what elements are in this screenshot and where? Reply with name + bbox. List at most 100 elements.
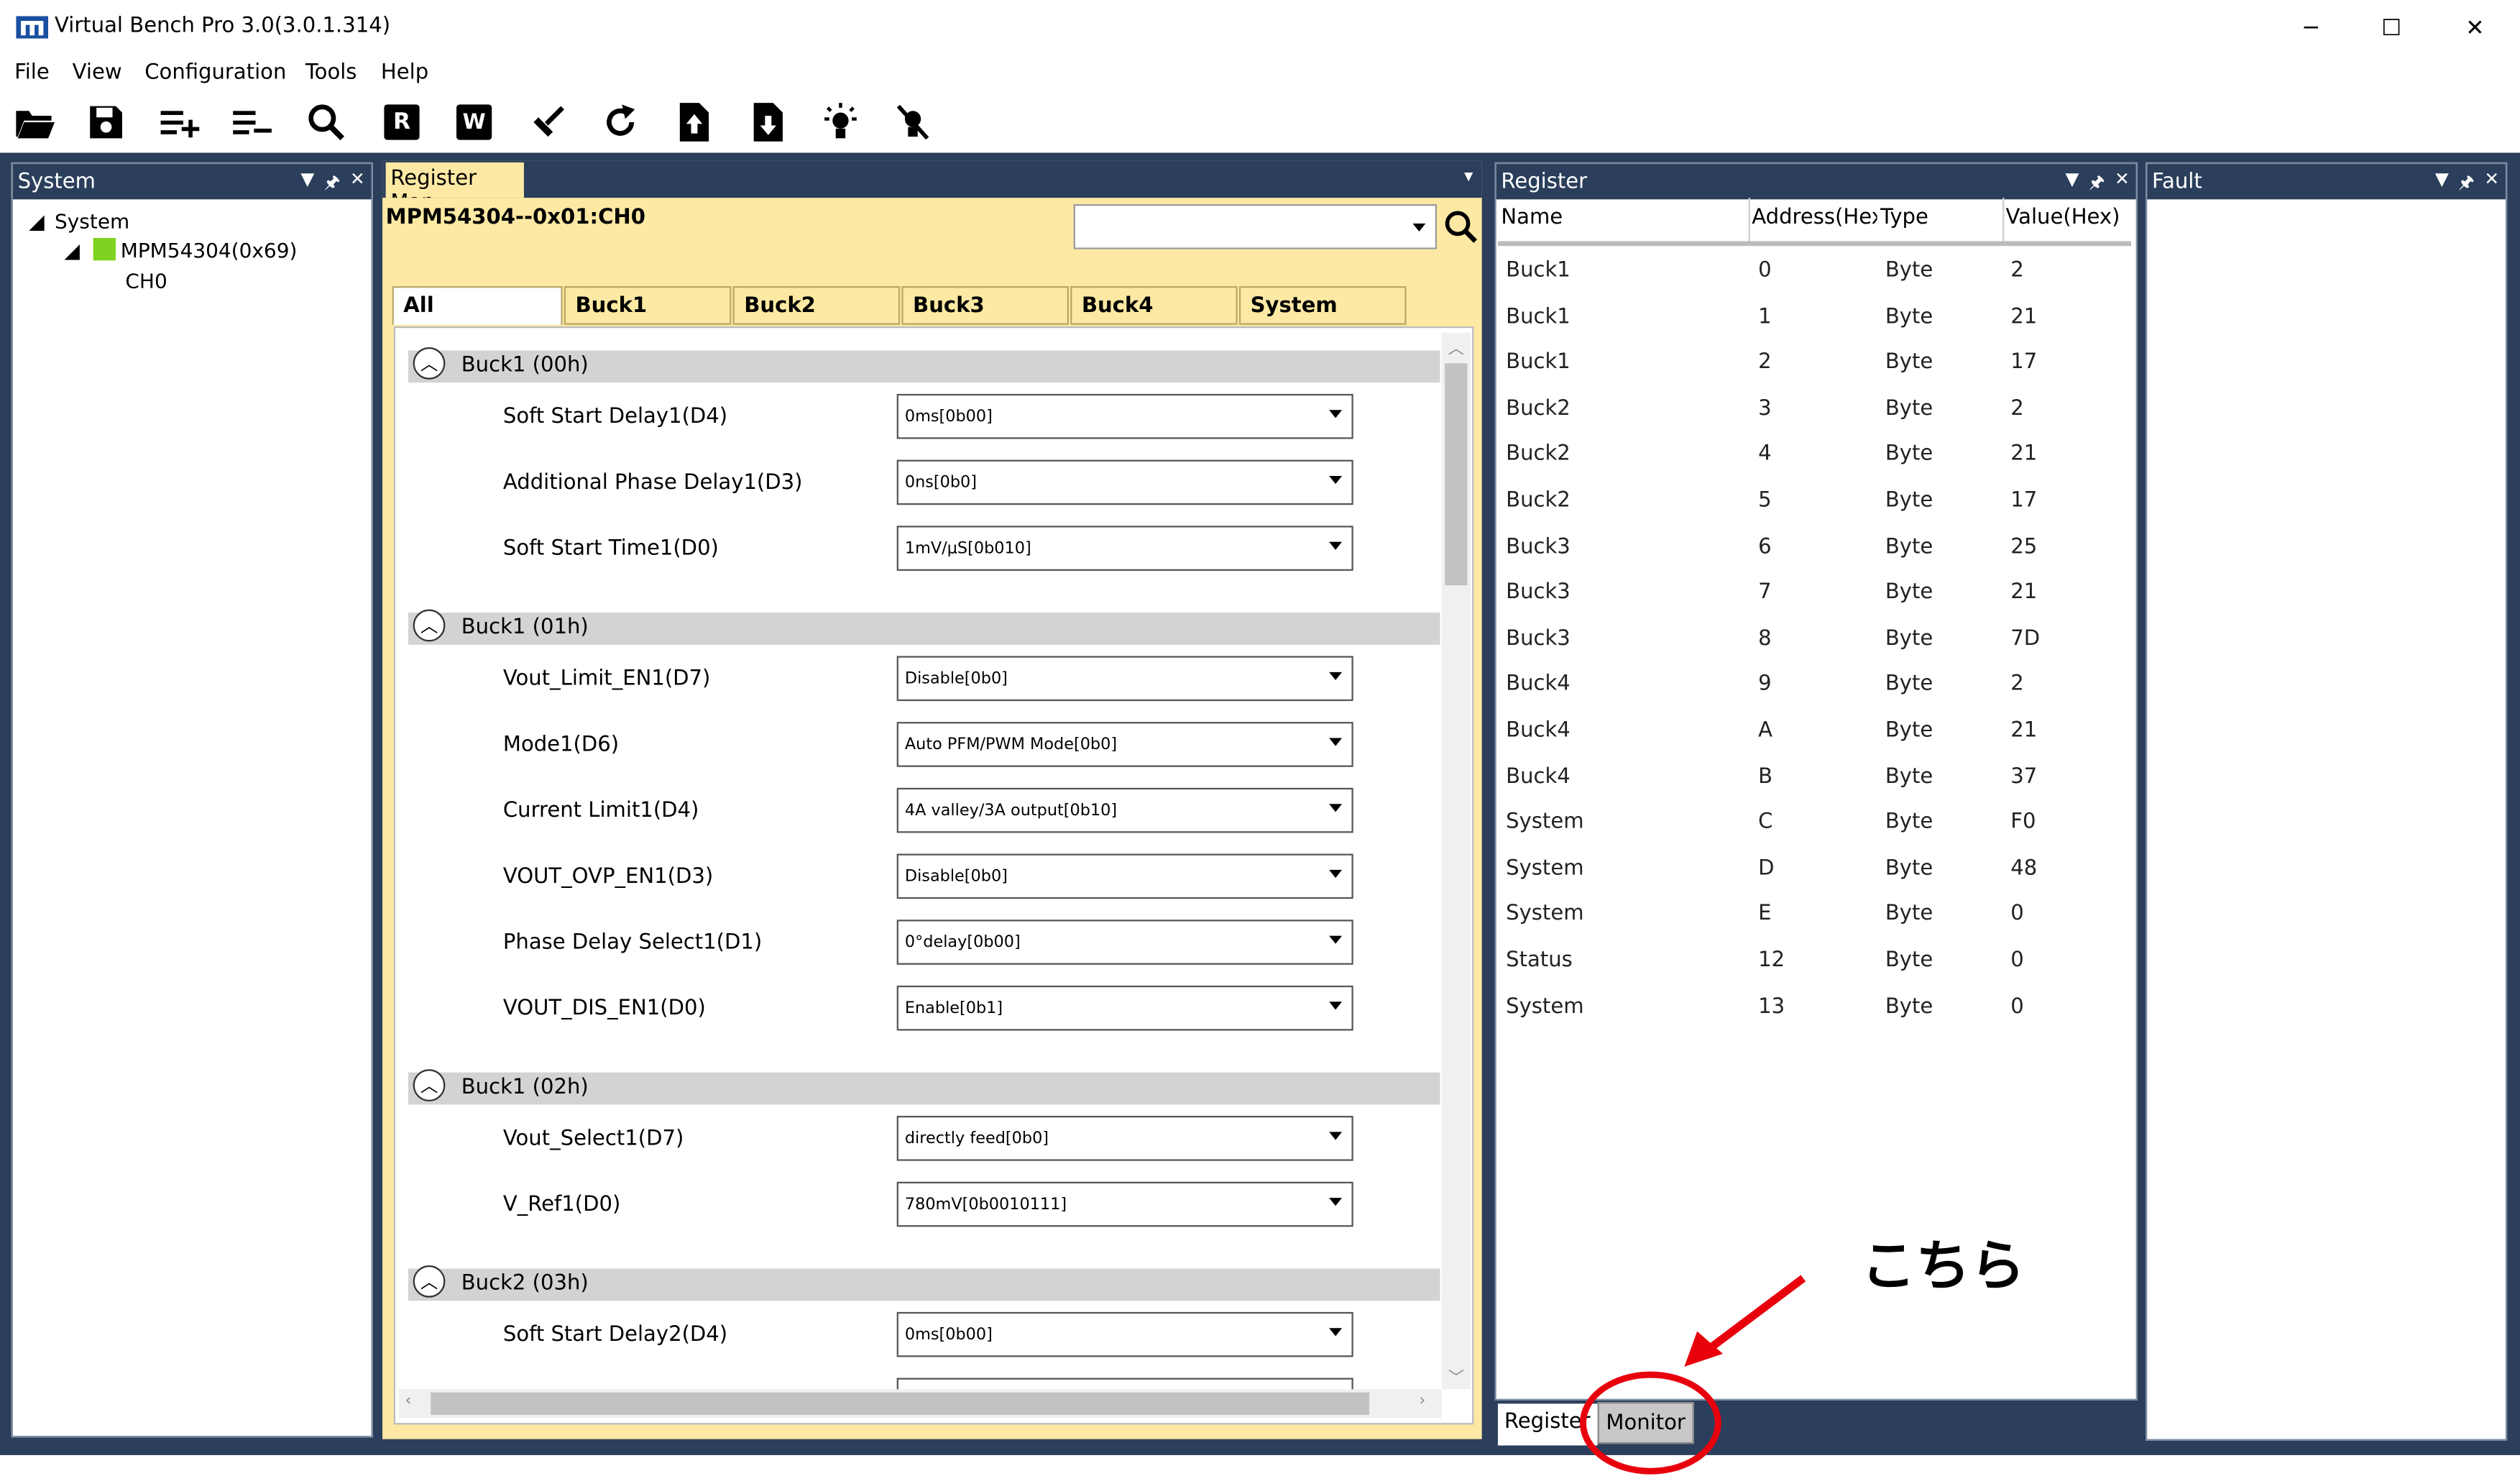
field-select[interactable]: 1mV/μS[0b010] <box>896 526 1353 571</box>
remove-list-icon[interactable] <box>230 100 275 145</box>
upload-icon[interactable] <box>672 100 717 145</box>
pin-icon[interactable]: 🖈 <box>324 169 341 199</box>
cell-address[interactable]: 13 <box>1758 994 1785 1019</box>
scroll-left-icon[interactable]: ‹ <box>405 1393 411 1411</box>
cell-value[interactable]: 21 <box>2010 581 2037 605</box>
cell-value[interactable]: 21 <box>2010 443 2037 467</box>
cell-type[interactable]: Byte <box>1885 673 1933 697</box>
cell-name[interactable]: Buck3 <box>1506 581 1571 605</box>
field-select[interactable]: 780mV[0b0010111] <box>896 1181 1353 1227</box>
pin-icon[interactable]: 🖈 <box>2458 169 2475 199</box>
collapse-icon[interactable]: ︿ <box>413 609 446 642</box>
cell-value[interactable]: 0 <box>2010 948 2024 973</box>
section-header[interactable]: ︿ Buck1 (00h) <box>408 347 1440 383</box>
dropdown-icon[interactable]: ▼ <box>2066 169 2079 199</box>
cell-value[interactable]: 48 <box>2010 857 2037 881</box>
refresh-icon[interactable] <box>598 100 643 145</box>
tab-buck1[interactable]: Buck1 <box>564 286 732 325</box>
horizontal-scrollbar-thumb[interactable] <box>431 1392 1370 1416</box>
field-select[interactable]: 4A valley/3A output[0b10] <box>896 787 1353 833</box>
field-select[interactable]: Disable[0b0] <box>896 656 1353 702</box>
menu-configuration[interactable]: Configuration <box>144 61 286 86</box>
scroll-right-icon[interactable]: › <box>1419 1393 1425 1411</box>
field-select[interactable]: 0ms[0b00] <box>896 1311 1353 1357</box>
field-select[interactable]: Disable[0b0] <box>896 853 1353 899</box>
cell-type[interactable]: Byte <box>1885 765 1933 789</box>
add-list-icon[interactable] <box>157 100 203 145</box>
cell-type[interactable]: Byte <box>1885 305 1933 329</box>
maximize-button[interactable]: ☐ <box>2359 9 2423 48</box>
section-header[interactable]: ︿ Buck1 (01h) <box>408 609 1440 645</box>
menu-tools[interactable]: Tools <box>305 61 357 86</box>
cell-name[interactable]: Buck4 <box>1506 765 1571 789</box>
menu-file[interactable]: File <box>14 61 50 86</box>
write-register-icon[interactable]: W <box>451 100 497 145</box>
cell-name[interactable]: Buck4 <box>1506 719 1571 743</box>
cell-type[interactable]: Byte <box>1885 259 1933 283</box>
cell-name[interactable]: Status <box>1506 948 1573 973</box>
cell-type[interactable]: Byte <box>1885 397 1933 421</box>
close-panel-icon[interactable]: ✕ <box>350 169 365 199</box>
section-header[interactable]: ︿ Buck1 (02h) <box>408 1069 1440 1105</box>
cell-name[interactable]: Buck2 <box>1506 489 1571 513</box>
cell-address[interactable]: C <box>1758 811 1772 835</box>
tree-node-system[interactable]: System <box>55 209 129 234</box>
cell-address[interactable]: 1 <box>1758 305 1772 329</box>
tab-buck4[interactable]: Buck4 <box>1070 286 1238 325</box>
tree-node-device[interactable]: MPM54304(0x69) <box>121 238 298 262</box>
cell-type[interactable]: Byte <box>1885 535 1933 559</box>
column-header-type[interactable]: Type <box>1880 206 1928 230</box>
tab-system[interactable]: System <box>1238 286 1407 325</box>
close-panel-icon[interactable]: ✕ <box>2484 169 2499 199</box>
search-input[interactable] <box>1073 204 1437 249</box>
cell-type[interactable]: Byte <box>1885 351 1933 375</box>
column-header-value[interactable]: Value(Hex) <box>2006 206 2120 230</box>
cell-name[interactable]: Buck2 <box>1506 397 1571 421</box>
cell-address[interactable]: 9 <box>1758 673 1772 697</box>
cell-address[interactable]: A <box>1758 719 1772 743</box>
cell-address[interactable]: D <box>1758 857 1774 881</box>
cell-value[interactable]: 2 <box>2010 397 2024 421</box>
cell-name[interactable]: Buck4 <box>1506 673 1571 697</box>
cell-name[interactable]: Buck1 <box>1506 305 1571 329</box>
cell-address[interactable]: 7 <box>1758 581 1772 605</box>
dropdown-icon[interactable]: ▼ <box>2435 169 2449 199</box>
cell-type[interactable]: Byte <box>1885 811 1933 835</box>
tab-register-map[interactable]: Register Map <box>385 162 524 216</box>
tree-node-channel[interactable]: CH0 <box>125 268 167 293</box>
cell-name[interactable]: Buck1 <box>1506 351 1571 375</box>
column-header-name[interactable]: Name <box>1501 206 1563 230</box>
field-select[interactable]: 0°delay[0b00] <box>896 920 1353 965</box>
search-icon[interactable] <box>304 100 349 145</box>
open-folder-icon[interactable] <box>13 100 58 145</box>
close-panel-icon[interactable]: ✕ <box>2115 169 2130 199</box>
pin-icon[interactable]: 🖈 <box>2089 169 2105 199</box>
scroll-down-icon[interactable]: ﹀ <box>1448 1363 1464 1388</box>
field-select[interactable]: Enable[0b1] <box>896 985 1353 1031</box>
cell-type[interactable]: Byte <box>1885 627 1933 651</box>
column-header-address[interactable]: Address(Hex) <box>1752 206 1877 230</box>
cell-address[interactable]: 12 <box>1758 948 1785 973</box>
tab-buck3[interactable]: Buck3 <box>901 286 1069 325</box>
save-icon[interactable] <box>83 100 129 145</box>
vertical-scrollbar-thumb[interactable] <box>1445 363 1468 586</box>
close-button[interactable]: ✕ <box>2443 9 2507 48</box>
cell-address[interactable]: 3 <box>1758 397 1772 421</box>
cell-name[interactable]: System <box>1506 811 1583 835</box>
cell-name[interactable]: Buck2 <box>1506 443 1571 467</box>
menu-view[interactable]: View <box>73 61 122 86</box>
field-select[interactable]: 0ns[0b0] <box>896 459 1353 505</box>
cell-value[interactable]: 0 <box>2010 994 2024 1019</box>
clear-icon[interactable] <box>525 100 571 145</box>
collapse-icon[interactable]: ︿ <box>413 1265 446 1298</box>
menu-help[interactable]: Help <box>381 61 428 86</box>
section-header[interactable]: ︿ Buck2 (03h) <box>408 1265 1440 1301</box>
cell-value[interactable]: 0 <box>2010 902 2024 927</box>
cell-value[interactable]: 2 <box>2010 259 2024 283</box>
cell-type[interactable]: Byte <box>1885 857 1933 881</box>
cell-name[interactable]: System <box>1506 857 1583 881</box>
light-off-icon[interactable] <box>891 100 936 145</box>
cell-type[interactable]: Byte <box>1885 581 1933 605</box>
field-select[interactable]: 0ms[0b00] <box>896 393 1353 439</box>
cell-value[interactable]: F0 <box>2010 811 2036 835</box>
